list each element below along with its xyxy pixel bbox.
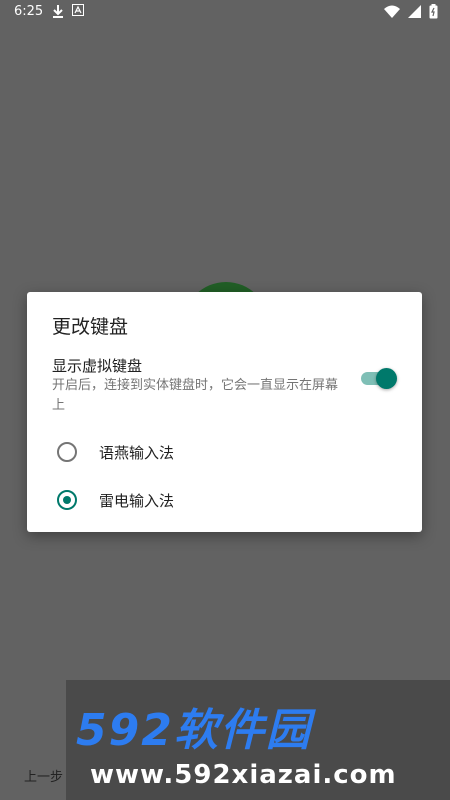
keyboard-option-yuyan[interactable]: 语燕输入法 bbox=[27, 430, 422, 474]
signal-icon bbox=[408, 5, 421, 22]
download-icon bbox=[52, 4, 64, 22]
radio-checked-icon[interactable] bbox=[57, 490, 77, 510]
radio-dot bbox=[63, 496, 71, 504]
show-virtual-keyboard-summary: 开启后，连接到实体键盘时，它会一直显示在屏幕上 bbox=[52, 378, 339, 413]
change-keyboard-dialog: 更改键盘 显示虚拟键盘 开启后，连接到实体键盘时，它会一直显示在屏幕上 语燕输入… bbox=[27, 292, 422, 532]
switch-thumb bbox=[376, 368, 397, 389]
watermark-logo: 592软件园 bbox=[76, 705, 312, 756]
status-icons-left bbox=[52, 4, 84, 22]
keyboard-option-leidian[interactable]: 雷电输入法 bbox=[27, 478, 422, 522]
status-icons-right bbox=[384, 4, 438, 23]
dialog-title: 更改键盘 bbox=[52, 316, 129, 338]
status-time: 6:25 bbox=[14, 4, 44, 19]
watermark-url: www.592xiazai.com bbox=[90, 760, 397, 790]
option-label: 语燕输入法 bbox=[99, 444, 175, 462]
battery-icon bbox=[429, 4, 438, 23]
status-bar: 6:25 bbox=[0, 0, 450, 24]
prev-step-button[interactable]: 上一步 bbox=[24, 766, 63, 785]
font-icon bbox=[72, 4, 84, 22]
option-label: 雷电输入法 bbox=[99, 492, 175, 510]
show-virtual-keyboard-title: 显示虚拟键盘 bbox=[52, 357, 143, 375]
show-virtual-keyboard-switch[interactable] bbox=[361, 368, 397, 389]
radio-unchecked-icon[interactable] bbox=[57, 442, 77, 462]
wifi-icon bbox=[384, 5, 400, 22]
watermark-banner: 592软件园 www.592xiazai.com bbox=[66, 680, 450, 800]
